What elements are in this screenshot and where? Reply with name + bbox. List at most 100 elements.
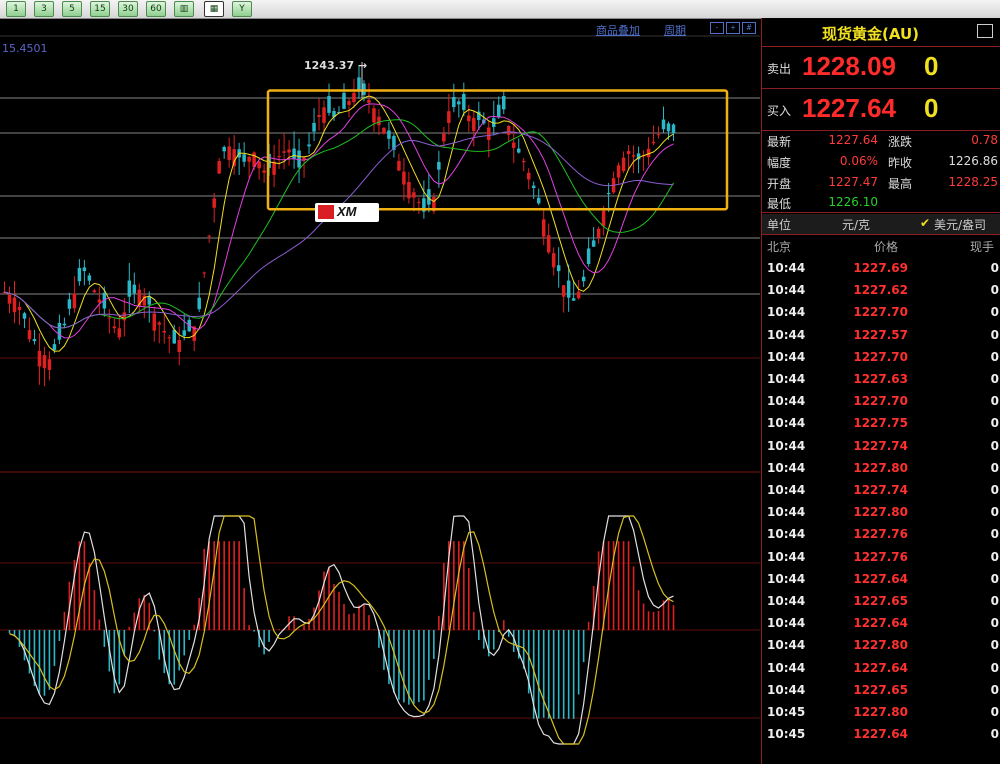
tick-price: 1227.74 [853,438,908,453]
unit-value[interactable]: 元/克 [842,216,870,233]
candle-body [397,160,401,171]
candle-body [402,171,406,185]
tick-price: 1227.75 [853,416,908,431]
xm-logo: XM [315,203,379,222]
high-value: 1228.25 [948,175,998,189]
tick-time: 10:44 [767,438,806,453]
window-icon[interactable] [977,24,993,38]
candle-body [147,296,152,305]
period-1-button[interactable]: 1 [6,1,26,17]
tick-row: 10:44 1227.70 0 [762,302,1000,324]
candle-body [362,83,366,95]
change-value: 0.78 [971,133,998,147]
tick-row: 10:44 1227.75 0 [762,413,1000,435]
tick-volume: 0 [990,327,999,342]
candle-body [497,104,501,118]
candle-body [571,298,576,301]
tick-time: 10:44 [767,416,806,431]
period-y-button[interactable]: Y [232,1,252,17]
candle-body [117,328,122,338]
range-value: 0.06% [839,154,878,168]
candle-body [67,299,72,309]
candle-body [556,265,561,272]
candle-body [601,210,606,227]
period-15-button[interactable]: 15 [90,1,110,17]
tick-volume: 0 [990,505,999,520]
candle-body [87,275,92,281]
buy-row[interactable]: 买入 1227.64 0 [762,90,1000,131]
tick-row: 10:45 1227.64 0 [762,724,1000,746]
tick-row: 10:44 1227.70 0 [762,347,1000,369]
period-4h-button[interactable]: ▥ [174,1,194,17]
candle-body [651,141,656,144]
peak-label: 1243.37 → [304,59,368,72]
period-day-button[interactable]: ▦ [204,1,224,17]
tick-price: 1227.74 [853,483,908,497]
tick-price: 1227.65 [853,682,908,697]
tick-price: 1227.76 [853,549,908,564]
candle-body [97,299,102,303]
tick-time: 10:44 [767,527,806,542]
candle-body [47,359,52,370]
candle-body [272,161,276,175]
open-value: 1227.47 [828,175,878,189]
tick-time: 10:44 [767,372,806,386]
chart-area[interactable]: 15.4501 商品叠加 周期 - + # 1243.37 → XM [0,18,760,764]
period-link[interactable]: 周期 [664,22,686,38]
zoom-in-icon[interactable]: + [726,22,740,34]
candle-body [666,123,671,132]
candle-body [302,157,306,160]
unit-label: 单位 [767,218,792,232]
tick-price: 1227.64 [853,660,908,675]
tick-price: 1227.80 [853,638,908,653]
tick-price: 1227.80 [853,460,908,475]
candle-body [82,267,87,272]
candle-body [551,253,556,268]
candle-body [247,156,251,162]
candle-body [307,144,311,147]
grid-icon[interactable]: # [742,22,756,34]
tick-row: 10:44 1227.65 0 [762,680,1000,702]
period-5-button[interactable]: 5 [62,1,82,17]
candle-body [407,182,411,199]
xm-mark-icon [318,205,334,219]
tick-volume: 0 [990,460,999,475]
tick-volume: 0 [990,616,999,631]
overlay-link[interactable]: 商品叠加 [596,22,640,38]
sell-row[interactable]: 卖出 1228.09 0 [762,48,1000,89]
tick-row: 10:44 1227.70 0 [762,391,1000,413]
candle-body [671,124,676,134]
candle-body [12,297,17,313]
period-3-button[interactable]: 3 [34,1,54,17]
tick-time: 10:45 [767,727,806,742]
tick-volume: 0 [990,682,999,697]
candle-body [661,119,666,130]
candle-body [467,115,471,122]
tick-row: 10:44 1227.74 0 [762,480,1000,502]
candle-body [626,151,631,155]
candle-body [172,329,176,344]
candle-body [507,125,511,135]
candle-body [182,330,186,336]
candle-body [536,197,541,204]
zoom-out-icon[interactable]: - [710,22,724,34]
candle-body [546,235,551,253]
panel-title-bar: 现货黄金(AU) [762,18,1000,47]
period-30-button[interactable]: 30 [118,1,138,17]
tick-price: 1227.70 [853,349,908,364]
chart-icon: ▥ [179,4,189,14]
tick-price: 1227.70 [853,305,908,320]
unit-alt[interactable]: 美元/盎司 [934,216,986,233]
candle-body [292,148,296,159]
tick-time: 10:44 [767,305,806,320]
candle-body [177,340,181,352]
candle-body [342,92,346,109]
candle-body [132,284,137,294]
range-label: 幅度 [767,156,792,170]
candle-body [7,294,12,304]
candle-body [656,134,661,136]
period-60-button[interactable]: 60 [146,1,166,17]
candle-body [531,185,536,189]
tick-volume: 0 [990,483,999,497]
candle-body [122,312,127,321]
